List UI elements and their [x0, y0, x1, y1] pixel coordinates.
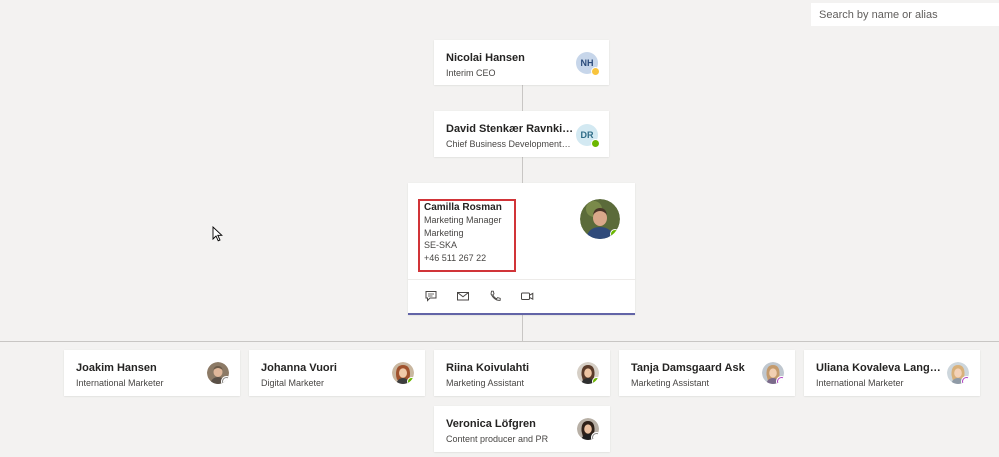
person-title: Digital Marketer: [261, 378, 325, 388]
phone-icon[interactable]: [488, 290, 502, 302]
org-card-manager[interactable]: David Stenkær Ravnkilde Chief Business D…: [434, 111, 609, 157]
search-input[interactable]: [811, 3, 999, 26]
presence-offline-icon: [592, 433, 599, 440]
person-title: Marketing Assistant: [631, 378, 710, 388]
person-job-title: Marketing Manager: [424, 215, 502, 225]
focus-underline: [408, 313, 635, 315]
person-name: Johanna Vuori: [261, 362, 337, 374]
org-card-report[interactable]: Riina Koivulahti Marketing Assistant: [434, 350, 610, 396]
connector-line: [522, 315, 523, 341]
person-name: Tanja Damsgaard Ask: [631, 362, 745, 374]
avatar: [207, 362, 229, 384]
person-title: Interim CEO: [446, 68, 496, 78]
presence-offline-icon: [222, 377, 229, 384]
org-card-focused[interactable]: Camilla Rosman Marketing Manager Marketi…: [408, 183, 635, 315]
person-title: International Marketer: [816, 378, 904, 388]
person-name: David Stenkær Ravnkilde: [446, 123, 576, 135]
org-card-report[interactable]: Uliana Kovaleva Langel... International …: [804, 350, 980, 396]
avatar: [580, 199, 620, 239]
video-icon[interactable]: [520, 290, 534, 302]
actions-divider: [408, 279, 635, 280]
connector-line: [522, 85, 523, 111]
org-card-report[interactable]: Tanja Damsgaard Ask Marketing Assistant: [619, 350, 795, 396]
org-card-manager[interactable]: Nicolai Hansen Interim CEO NH: [434, 40, 609, 85]
presence-available-icon: [610, 229, 620, 239]
presence-available-icon: [407, 377, 414, 384]
person-title: International Marketer: [76, 378, 164, 388]
avatar: [947, 362, 969, 384]
avatar: DR: [576, 124, 600, 148]
presence-available-icon: [591, 139, 600, 148]
person-name: Nicolai Hansen: [446, 52, 525, 64]
avatar: [577, 418, 599, 440]
person-title: Marketing Assistant: [446, 378, 525, 388]
presence-out-of-office-icon: [777, 377, 784, 384]
person-title: Content producer and PR: [446, 434, 549, 444]
person-title: Chief Business Development ...: [446, 139, 571, 149]
avatar: [762, 362, 784, 384]
person-name: Joakim Hansen: [76, 362, 157, 374]
org-card-report[interactable]: Veronica Löfgren Content producer and PR: [434, 406, 610, 452]
person-name: Riina Koivulahti: [446, 362, 530, 374]
presence-available-icon: [592, 377, 599, 384]
chat-icon[interactable]: [424, 290, 438, 302]
reports-divider: [0, 341, 999, 342]
avatar-initials: DR: [580, 130, 594, 140]
avatar: NH: [576, 52, 600, 76]
org-card-report[interactable]: Joakim Hansen International Marketer: [64, 350, 240, 396]
person-office: SE-SKA: [424, 240, 458, 250]
avatar: [392, 362, 414, 384]
org-card-report[interactable]: Johanna Vuori Digital Marketer: [249, 350, 425, 396]
mail-icon[interactable]: [456, 290, 470, 302]
person-department: Marketing: [424, 228, 464, 238]
presence-away-icon: [591, 67, 600, 76]
person-name: Veronica Löfgren: [446, 418, 536, 430]
presence-out-of-office-icon: [962, 377, 969, 384]
avatar-initials: NH: [580, 58, 594, 68]
person-phone: +46 511 267 22: [424, 253, 487, 263]
person-name: Uliana Kovaleva Langel...: [816, 362, 944, 374]
avatar: [577, 362, 599, 384]
person-name: Camilla Rosman: [424, 202, 502, 213]
connector-line: [522, 157, 523, 183]
mouse-cursor-icon: [212, 226, 223, 242]
